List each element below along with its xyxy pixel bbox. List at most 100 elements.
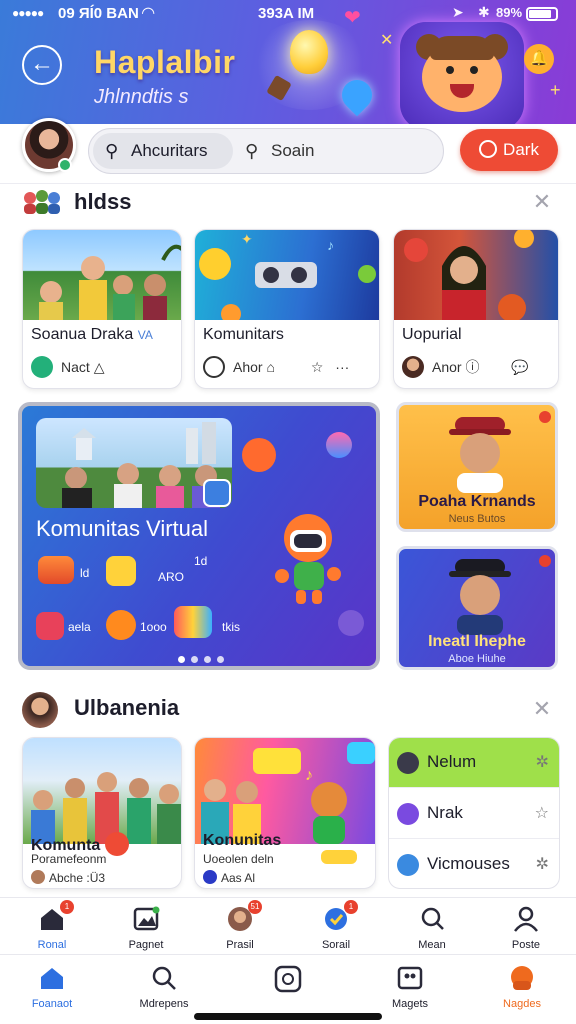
tag-badge <box>321 850 357 864</box>
card-title-3: Uopurial <box>402 326 462 343</box>
check-badge-icon: 1 <box>322 900 358 932</box>
tab-create[interactable] <box>240 965 336 998</box>
quick-list: Nelum ✲ Nrak ☆ Vicmouses ✲ <box>388 737 560 889</box>
notification-bell-icon[interactable]: 🔔 <box>524 44 554 74</box>
sticker-icon-2 <box>338 610 364 636</box>
home-icon <box>38 965 66 991</box>
group-icon <box>22 189 66 215</box>
avatar-icon <box>31 870 45 884</box>
nav-item-pagnet[interactable]: Pagnet <box>98 906 194 951</box>
signal-icon: ●●●●● <box>12 6 44 20</box>
banner-photo <box>36 418 232 508</box>
section-title-2: Ulbanenia <box>74 695 180 720</box>
back-button[interactable]: ← <box>22 45 62 85</box>
card-image-4 <box>23 738 181 844</box>
app-title: Haplalbir <box>94 44 236 80</box>
nav-item-ronal[interactable]: 1 Ronal <box>4 900 100 951</box>
card-image-3 <box>394 230 558 322</box>
close-icon[interactable]: ✕ <box>531 191 553 213</box>
nav-item-prasil[interactable]: 51 Prasil <box>192 900 288 951</box>
section-avatar <box>22 692 58 728</box>
ball-icon <box>326 432 352 458</box>
nav-item-mean[interactable]: Mean <box>384 906 480 951</box>
badge-dot <box>539 555 551 567</box>
globe-icon <box>397 854 419 876</box>
more-icon[interactable]: ··· <box>335 359 349 375</box>
circle-icon <box>397 803 419 825</box>
home-indicator[interactable] <box>194 1013 382 1020</box>
section-header-2: Ulbanenia <box>22 692 242 728</box>
featured-banner[interactable]: Komunitas Virtual ld ARO 1d aela 1ooo tk… <box>18 402 380 670</box>
list-item[interactable]: Vicmouses ✲ <box>389 840 559 888</box>
card-title-5: Konunitas <box>203 832 282 849</box>
info-icon[interactable]: ⓘ <box>465 359 479 375</box>
search-icon <box>418 906 446 932</box>
bluetooth-icon: ✱ <box>478 4 490 20</box>
avatar-icon <box>203 870 217 884</box>
profile-card-2[interactable]: Ineatl Ihephe Aboe Hiuhe <box>396 546 558 670</box>
settings-icon[interactable]: ✲ <box>536 854 549 874</box>
svg-text:♪: ♪ <box>305 767 313 784</box>
card-sub-4: Poramefeonm <box>31 852 107 866</box>
tab-nagdes[interactable]: Nagdes <box>474 965 570 1010</box>
community-card-3[interactable]: Uopurial Anor ⓘ 💬 <box>393 229 559 389</box>
card-title-2: Komunitars <box>203 326 284 343</box>
header-banner: ●●●●● 09 ЯÍ0 BAN ◠ 393A IM ➤ ✱ 89% ← Hap… <box>0 0 576 124</box>
house-icon: 1 <box>38 900 74 932</box>
carrier-label: 09 ЯÍ0 BAN <box>58 5 139 22</box>
app-screen: ●●●●● 09 ЯÍ0 BAN ◠ 393A IM ➤ ✱ 89% ← Hap… <box>0 0 576 1024</box>
home-icon[interactable]: ⌂ <box>266 359 274 375</box>
star-icon[interactable]: ☆ <box>535 803 549 823</box>
dark-mode-button[interactable]: Dark <box>460 129 558 171</box>
profile-icon: 51 <box>226 900 262 932</box>
person-icon <box>512 906 540 932</box>
profile-name-2: Ineatl Ihephe <box>428 633 526 650</box>
card-meta-2: Ahor ⌂ ☆ ··· <box>203 356 349 378</box>
app-icon <box>31 356 53 378</box>
banner-label-3: 1d <box>194 554 208 568</box>
star-icon[interactable]: ☆ <box>311 359 324 375</box>
card-title-1: Soanua Draka VA <box>31 326 153 343</box>
gift-icon <box>38 556 74 584</box>
like-icon[interactable]: △ <box>94 359 105 375</box>
profile-card-1[interactable]: Poaha Krnands Neus Butos <box>396 402 558 532</box>
close-icon[interactable]: ✕ <box>531 698 553 720</box>
profile-icon <box>508 965 536 991</box>
badge-dot <box>539 411 551 423</box>
tab-home[interactable]: Foanaot <box>4 965 100 1010</box>
keyboard-icon <box>174 606 212 638</box>
card-meta-3: Anor ⓘ 💬 <box>402 356 529 378</box>
robot-mascot-icon <box>275 514 341 604</box>
community-chip-label: Ahcuritars <box>131 141 208 160</box>
search-label: Soain <box>271 141 315 160</box>
section-header-1: hldss <box>22 186 242 220</box>
avatar-icon <box>402 356 424 378</box>
list-item[interactable]: Nelum ✲ <box>389 738 559 788</box>
community-card-1[interactable]: Soanua Draka VA Nact △ <box>22 229 182 389</box>
card-image-5: ♪ <box>195 738 375 844</box>
search-bar[interactable]: ⚲ Ahcuritars ⚲ Soain <box>88 128 444 174</box>
search-icon <box>150 965 178 991</box>
sticker-icon <box>242 438 276 472</box>
carousel-dots[interactable] <box>178 650 234 663</box>
chat-icon[interactable]: 💬 <box>511 359 528 375</box>
card-sub-5: Uoeolen deln <box>203 852 274 866</box>
nav-item-poste[interactable]: Poste <box>478 906 574 951</box>
community-card-2[interactable]: ♪ ✦ Komunitars Ahor ⌂ ☆ ··· <box>194 229 380 389</box>
search-icon: ⚲ <box>105 141 119 161</box>
tab-magets[interactable]: Magets <box>362 965 458 1010</box>
banner-title: Komunitas Virtual <box>36 516 209 541</box>
tab-search[interactable]: Mdrepens <box>116 965 212 1010</box>
compass-icon <box>397 752 419 774</box>
community-card-5[interactable]: ♪ Konunitas Uoeolen deln Aas Al <box>194 737 376 889</box>
list-item[interactable]: Nrak ☆ <box>389 789 559 839</box>
heart-icon: ❤ <box>344 7 361 29</box>
community-chip[interactable]: ⚲ Ahcuritars <box>93 133 233 169</box>
search-input[interactable]: ⚲ Soain <box>245 133 314 169</box>
profile-photo-1 <box>449 417 511 493</box>
nav-item-sorail[interactable]: 1 Sorail <box>288 900 384 951</box>
settings-icon[interactable]: ✲ <box>536 752 549 772</box>
sparkle-plus-icon: + <box>550 80 561 100</box>
community-card-4[interactable]: Komunta Poramefeonm Abche :Ü3 <box>22 737 182 889</box>
profile-photo-2 <box>449 559 511 635</box>
